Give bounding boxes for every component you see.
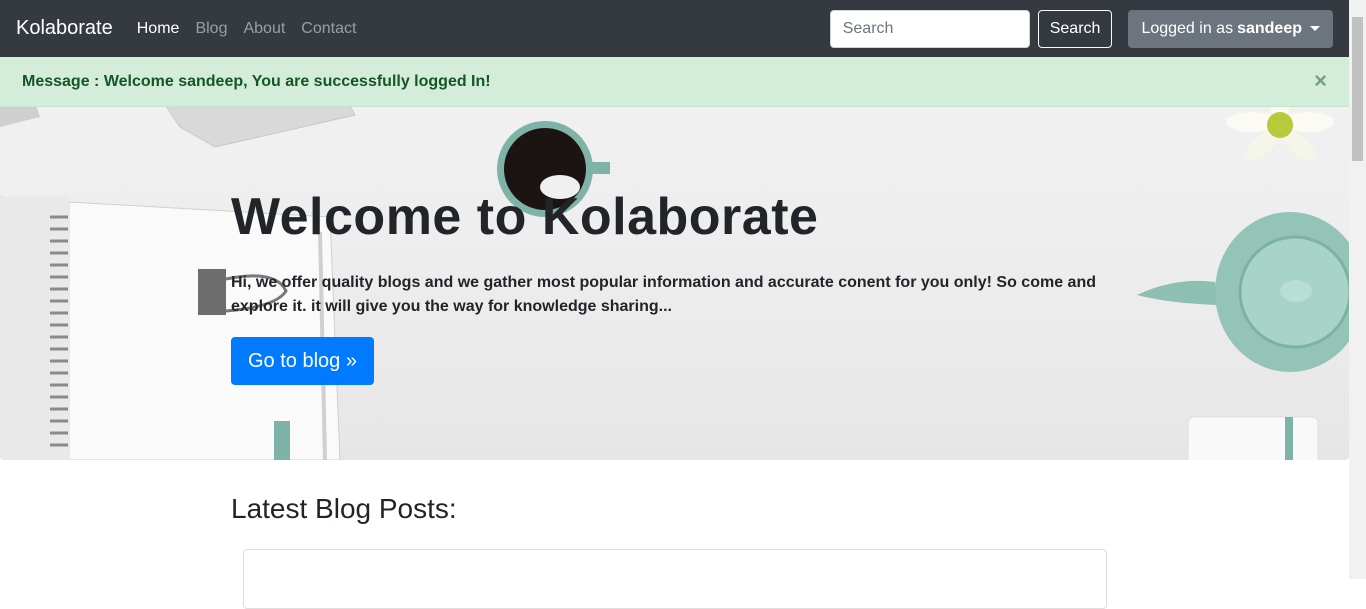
navbar: Kolaborate Home Blog About Contact Searc… bbox=[0, 0, 1349, 57]
blog-post-card[interactable] bbox=[243, 549, 1107, 609]
hero-jumbotron: Message : Welcome sandeep, You are succe… bbox=[0, 57, 1349, 460]
search-button[interactable]: Search bbox=[1037, 9, 1113, 48]
close-icon[interactable]: × bbox=[1314, 68, 1327, 94]
nav-about[interactable]: About bbox=[243, 20, 285, 38]
latest-posts-heading: Latest Blog Posts: bbox=[231, 493, 457, 524]
nav-blog[interactable]: Blog bbox=[195, 20, 227, 38]
user-name: sandeep bbox=[1237, 19, 1302, 37]
nav-right: Search Logged in as sandeep bbox=[829, 9, 1333, 48]
hero-title: Welcome to Kolaborate bbox=[231, 188, 819, 246]
user-dropdown-button[interactable]: Logged in as sandeep bbox=[1128, 9, 1333, 48]
success-alert: Message : Welcome sandeep, You are succe… bbox=[0, 57, 1349, 107]
user-prefix: Logged in as bbox=[1141, 19, 1234, 37]
hero-description: Hi, we offer quality blogs and we gather… bbox=[231, 274, 1096, 315]
vertical-scrollbar[interactable] bbox=[1349, 0, 1366, 579]
caret-down-icon bbox=[1310, 26, 1320, 31]
search-input[interactable] bbox=[829, 9, 1030, 48]
nav-home[interactable]: Home bbox=[137, 20, 180, 38]
brand-logo[interactable]: Kolaborate bbox=[16, 17, 113, 40]
nav-contact[interactable]: Contact bbox=[301, 20, 356, 38]
hero-content: Welcome to Kolaborate Hi, we offer quali… bbox=[231, 185, 1111, 385]
alert-message: Message : Welcome sandeep, You are succe… bbox=[22, 72, 491, 90]
scrollbar-thumb[interactable] bbox=[1352, 17, 1363, 161]
go-to-blog-button[interactable]: Go to blog » bbox=[231, 337, 374, 385]
